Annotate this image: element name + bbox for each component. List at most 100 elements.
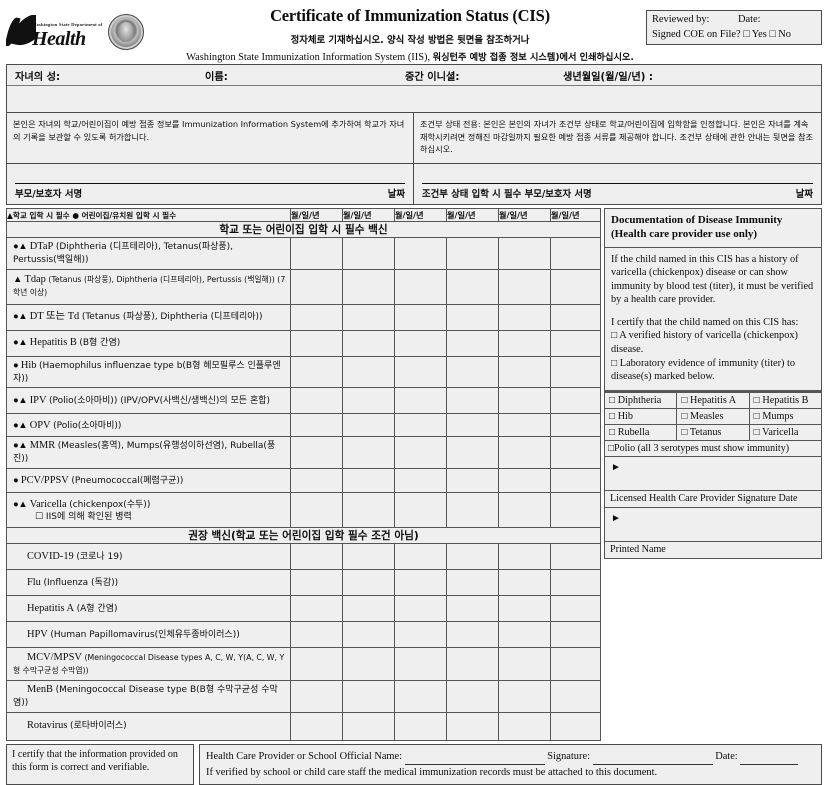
vaccine-recommended-5-dose-6[interactable] — [550, 680, 601, 713]
vaccine-recommended-2-dose-2[interactable] — [342, 595, 395, 623]
vaccine-required-4-dose-5[interactable] — [498, 355, 551, 389]
vaccine-recommended-3-dose-2[interactable] — [342, 621, 395, 649]
vaccine-required-9-dose-5[interactable] — [498, 492, 551, 529]
vaccine-recommended-0-dose-5[interactable] — [498, 543, 551, 571]
disease-checkbox-2-1[interactable]: □ Tetanus — [676, 423, 750, 441]
vaccine-required-5-dose-1[interactable] — [290, 387, 343, 415]
vaccine-required-5-dose-4[interactable] — [446, 387, 499, 415]
parent-signature-left[interactable]: 부모/보호자 서명 날짜 — [7, 164, 414, 204]
vaccine-required-6-dose-2[interactable] — [342, 413, 395, 438]
vaccine-required-3-dose-1[interactable] — [290, 329, 343, 357]
vaccine-required-5-dose-3[interactable] — [394, 387, 447, 415]
vaccine-required-3-dose-3[interactable] — [394, 329, 447, 357]
provider-name-input[interactable] — [404, 749, 545, 765]
vaccine-recommended-0-dose-4[interactable] — [446, 543, 499, 571]
vaccine-required-5-dose-2[interactable] — [342, 387, 395, 415]
lab-evidence-checkbox[interactable]: □ Laboratory evidence of immunity (titer… — [611, 358, 795, 383]
vaccine-required-1-dose-4[interactable] — [446, 268, 499, 305]
disease-checkbox-2-0[interactable]: □ Rubella — [603, 423, 678, 441]
conditional-signature-right[interactable]: 조건부 상태 입학 시 필수 부모/보호자 서명 날짜 — [414, 164, 821, 204]
vaccine-recommended-3-dose-4[interactable] — [446, 621, 499, 649]
vaccine-required-4-dose-6[interactable] — [550, 355, 601, 389]
vaccine-required-3-dose-2[interactable] — [342, 329, 395, 357]
vaccine-recommended-2-dose-3[interactable] — [394, 595, 447, 623]
disease-checkbox-2-2[interactable]: □ Varicella — [748, 423, 823, 441]
vaccine-required-0-dose-2[interactable] — [342, 237, 395, 270]
vaccine-required-9-dose-4[interactable] — [446, 492, 499, 529]
vaccine-recommended-0-dose-1[interactable] — [290, 543, 343, 571]
vaccine-recommended-4-dose-6[interactable] — [550, 647, 601, 682]
vaccine-required-4-dose-4[interactable] — [446, 355, 499, 389]
vaccine-required-7-dose-1[interactable] — [290, 436, 343, 470]
vaccine-required-8-dose-4[interactable] — [446, 468, 499, 494]
vaccine-recommended-6-dose-4[interactable] — [446, 711, 499, 741]
vaccine-required-7-dose-3[interactable] — [394, 436, 447, 470]
vaccine-recommended-2-dose-6[interactable] — [550, 595, 601, 623]
vaccine-required-9-dose-3[interactable] — [394, 492, 447, 529]
vaccine-recommended-6-dose-5[interactable] — [498, 711, 551, 741]
signed-coe-label[interactable]: Signed COE on File? □ Yes □ No — [652, 29, 816, 40]
vaccine-recommended-5-dose-2[interactable] — [342, 680, 395, 713]
vaccine-required-6-dose-6[interactable] — [550, 413, 601, 438]
vaccine-recommended-3-dose-5[interactable] — [498, 621, 551, 649]
vaccine-recommended-1-dose-6[interactable] — [550, 569, 601, 597]
vaccine-required-7-dose-5[interactable] — [498, 436, 551, 470]
disease-checkbox-1-1[interactable]: □ Measles — [676, 407, 750, 425]
vaccine-required-7-dose-2[interactable] — [342, 436, 395, 470]
vaccine-required-2-dose-4[interactable] — [446, 303, 499, 331]
vaccine-required-2-dose-6[interactable] — [550, 303, 601, 331]
vaccine-required-1-dose-5[interactable] — [498, 268, 551, 305]
vaccine-required-9-dose-1[interactable] — [290, 492, 343, 529]
vaccine-required-1-dose-3[interactable] — [394, 268, 447, 305]
polio-checkbox[interactable]: □Polio (all 3 serotypes must show immuni… — [604, 439, 822, 457]
vaccine-required-0-dose-5[interactable] — [498, 237, 551, 270]
vaccine-required-1-dose-2[interactable] — [342, 268, 395, 305]
vaccine-recommended-6-dose-6[interactable] — [550, 711, 601, 741]
vaccine-recommended-3-dose-3[interactable] — [394, 621, 447, 649]
provider-signature-input[interactable] — [592, 749, 713, 765]
vaccine-recommended-2-dose-1[interactable] — [290, 595, 343, 623]
identity-write-area[interactable] — [7, 85, 821, 112]
disease-checkbox-0-2[interactable]: □ Hepatitis B — [748, 391, 823, 409]
vaccine-recommended-4-dose-2[interactable] — [342, 647, 395, 682]
vaccine-recommended-4-dose-3[interactable] — [394, 647, 447, 682]
vaccine-required-8-dose-2[interactable] — [342, 468, 395, 494]
disease-checkbox-1-0[interactable]: □ Hib — [603, 407, 678, 425]
vaccine-required-0-dose-4[interactable] — [446, 237, 499, 270]
vaccine-required-7-dose-6[interactable] — [550, 436, 601, 470]
vaccine-required-5-dose-5[interactable] — [498, 387, 551, 415]
vaccine-required-0-dose-1[interactable] — [290, 237, 343, 270]
vaccine-required-4-dose-2[interactable] — [342, 355, 395, 389]
vaccine-recommended-1-dose-1[interactable] — [290, 569, 343, 597]
vaccine-recommended-0-dose-3[interactable] — [394, 543, 447, 571]
vaccine-recommended-5-dose-5[interactable] — [498, 680, 551, 713]
disease-checkbox-1-2[interactable]: □ Mumps — [748, 407, 823, 425]
vaccine-required-2-dose-5[interactable] — [498, 303, 551, 331]
vaccine-required-7-dose-4[interactable] — [446, 436, 499, 470]
disease-checkbox-0-0[interactable]: □ Diphtheria — [603, 391, 678, 409]
vaccine-required-3-dose-5[interactable] — [498, 329, 551, 357]
provider-signature-box[interactable]: ► — [604, 456, 822, 491]
vaccine-required-6-dose-4[interactable] — [446, 413, 499, 438]
vaccine-required-8-dose-5[interactable] — [498, 468, 551, 494]
provider-date-input[interactable] — [740, 749, 799, 765]
printed-name-box[interactable]: ► — [604, 507, 822, 542]
vaccine-required-4-dose-3[interactable] — [394, 355, 447, 389]
vaccine-recommended-0-dose-2[interactable] — [342, 543, 395, 571]
disease-checkbox-0-1[interactable]: □ Hepatitis A — [676, 391, 750, 409]
vaccine-recommended-4-dose-1[interactable] — [290, 647, 343, 682]
vaccine-recommended-6-dose-1[interactable] — [290, 711, 343, 741]
vaccine-recommended-1-dose-2[interactable] — [342, 569, 395, 597]
vaccine-required-2-dose-3[interactable] — [394, 303, 447, 331]
vaccine-recommended-5-dose-1[interactable] — [290, 680, 343, 713]
vaccine-recommended-3-dose-1[interactable] — [290, 621, 343, 649]
vaccine-required-8-dose-1[interactable] — [290, 468, 343, 494]
varicella-history-checkbox[interactable]: □ A verified history of varicella (chick… — [611, 330, 798, 355]
vaccine-required-1-dose-6[interactable] — [550, 268, 601, 305]
vaccine-recommended-1-dose-5[interactable] — [498, 569, 551, 597]
vaccine-recommended-5-dose-3[interactable] — [394, 680, 447, 713]
vaccine-required-4-dose-1[interactable] — [290, 355, 343, 389]
vaccine-required-5-dose-6[interactable] — [550, 387, 601, 415]
vaccine-required-2-dose-1[interactable] — [290, 303, 343, 331]
vaccine-recommended-2-dose-5[interactable] — [498, 595, 551, 623]
